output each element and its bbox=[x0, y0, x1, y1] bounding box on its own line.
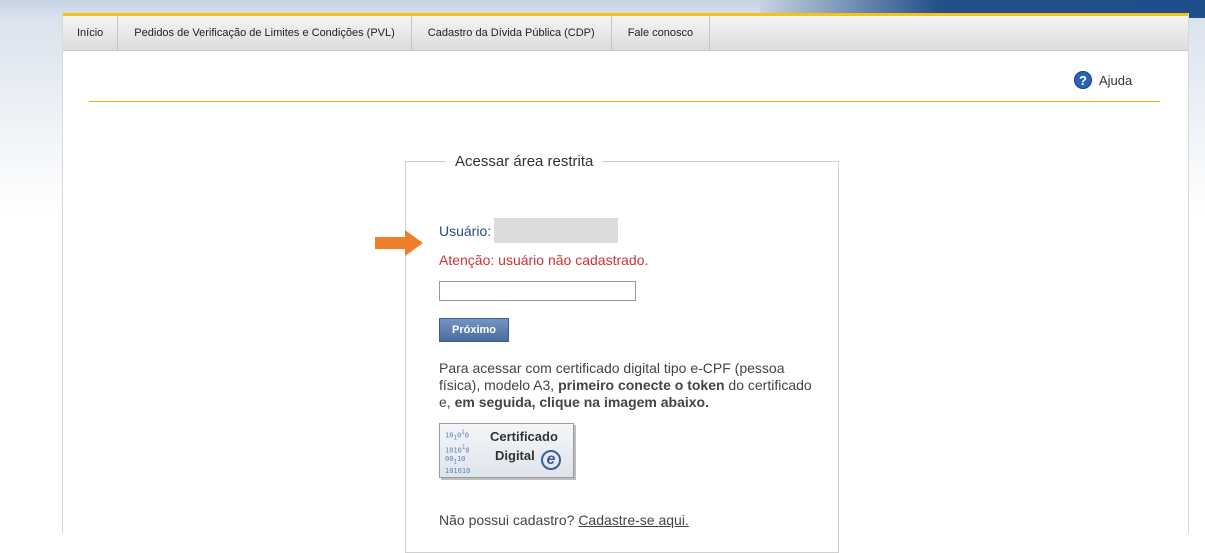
question-icon: ? bbox=[1074, 71, 1092, 89]
login-legend: Acessar área restrita bbox=[455, 153, 594, 170]
certificate-digital-button[interactable]: 101010 101010 00110 101010 Certificado Digi… bbox=[439, 423, 574, 478]
certificate-instructions: Para acessar com certificado digital tip… bbox=[439, 360, 819, 411]
cert-label-line1: Certificado bbox=[490, 429, 558, 444]
info-bold-1: primeiro conecte o token bbox=[558, 377, 725, 393]
user-row: Usuário: bbox=[439, 218, 619, 243]
next-button[interactable]: Próximo bbox=[439, 318, 509, 342]
login-panel: Acessar área restrita Usuário: Atenção: … bbox=[405, 153, 839, 553]
menu-item-pvl[interactable]: Pedidos de Verificação de Limites e Cond… bbox=[118, 16, 412, 50]
e-logo-icon: e bbox=[541, 450, 561, 470]
user-value-redacted bbox=[494, 218, 619, 243]
warning-message: Atenção: usuário não cadastrado. bbox=[439, 252, 649, 268]
password-input[interactable] bbox=[439, 281, 636, 301]
user-label: Usuário: bbox=[439, 222, 492, 239]
main-menu: Início Pedidos de Verificação de Limites… bbox=[63, 16, 1188, 51]
menu-item-fale-conosco[interactable]: Fale conosco bbox=[612, 16, 711, 50]
info-bold-2: em seguida, clique na imagem abaixo. bbox=[454, 394, 709, 410]
binary-pattern-icon: 101010 101010 00110 101010 bbox=[445, 430, 471, 476]
page-container: Início Pedidos de Verificação de Limites… bbox=[62, 13, 1189, 553]
divider-line bbox=[89, 101, 1160, 102]
orange-arrow-icon bbox=[375, 230, 423, 256]
help-link[interactable]: ? Ajuda bbox=[1074, 71, 1132, 89]
help-label: Ajuda bbox=[1099, 72, 1133, 88]
menu-item-cdp[interactable]: Cadastro da Dívida Pública (CDP) bbox=[412, 16, 612, 50]
menu-item-inicio[interactable]: Início bbox=[63, 16, 119, 50]
cert-label-line2: Digital bbox=[495, 448, 535, 463]
